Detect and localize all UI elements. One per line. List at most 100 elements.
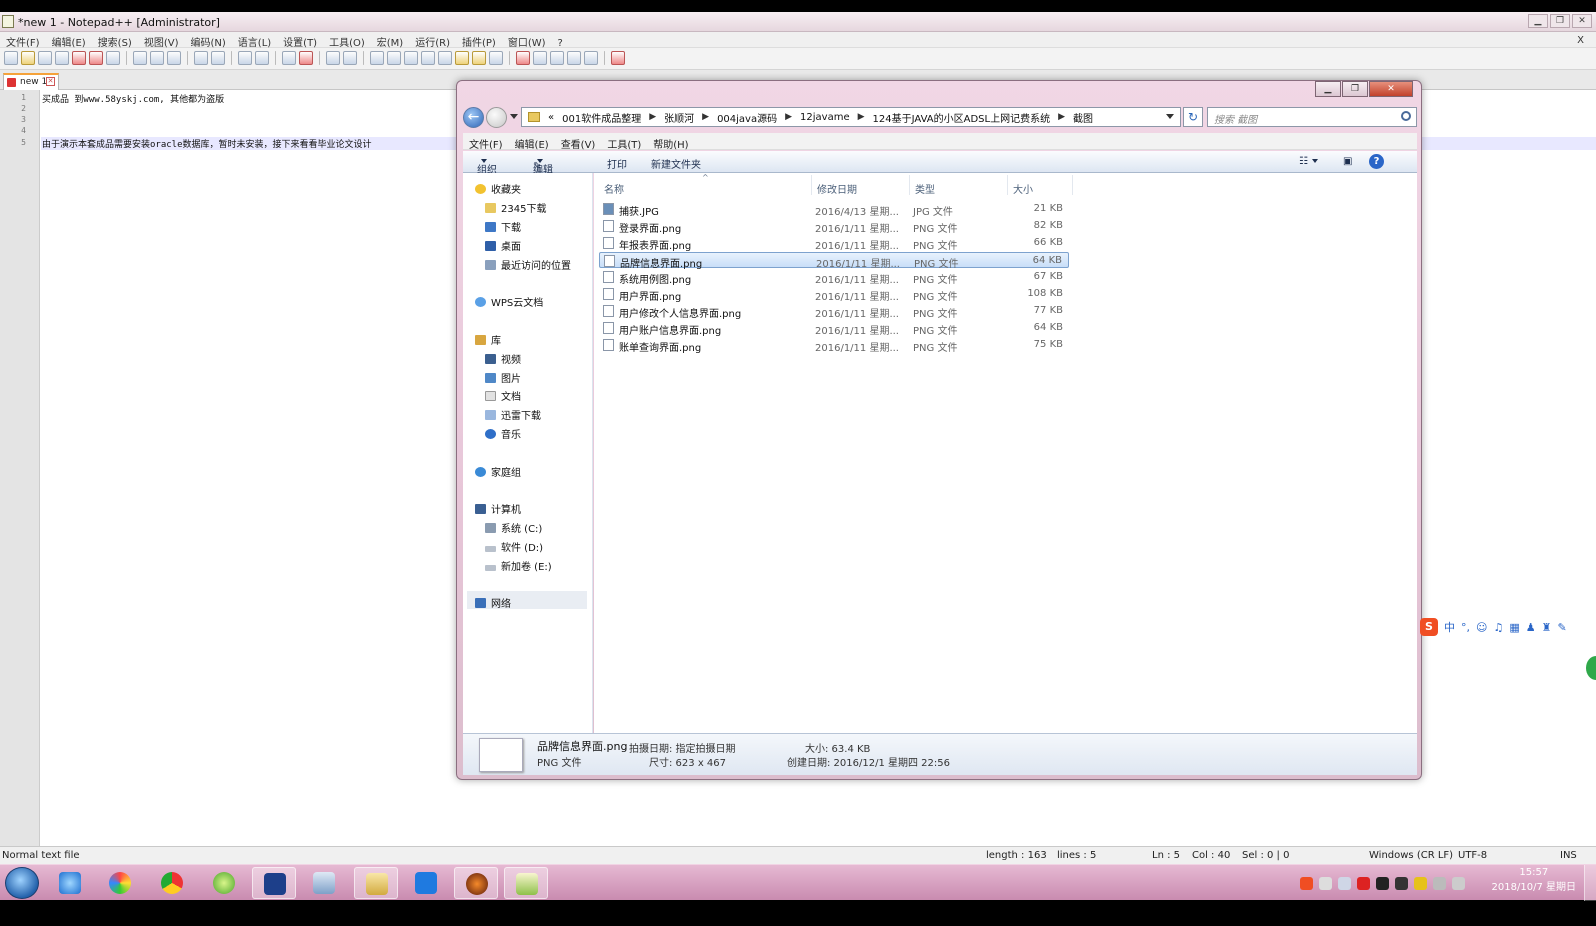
taskbar-ie[interactable] — [48, 867, 92, 899]
sync-vertical-icon[interactable] — [326, 51, 340, 65]
nav-network[interactable]: 网络 — [467, 591, 587, 610]
print-button[interactable]: 打印 — [607, 156, 627, 171]
redo-icon[interactable] — [211, 51, 225, 65]
nav-item[interactable]: 下载 — [485, 219, 521, 234]
monitoring-icon[interactable] — [489, 51, 503, 65]
antivirus-icon[interactable] — [1357, 876, 1370, 890]
stop-macro-icon[interactable] — [533, 51, 547, 65]
refresh-icon[interactable]: ↻ — [1183, 107, 1203, 127]
breadcrumb-item[interactable]: 张顺河 — [664, 110, 694, 125]
breadcrumb-chevron-icon[interactable]: ▶ — [702, 112, 709, 122]
network-tray-icon[interactable] — [1433, 876, 1446, 890]
show-all-chars-icon[interactable] — [387, 51, 401, 65]
help-icon[interactable]: ? — [1369, 154, 1384, 169]
view-options-icon[interactable]: ☷ — [1299, 156, 1318, 167]
paste-icon[interactable] — [167, 51, 181, 65]
file-row[interactable]: 登录界面.png 2016/1/11 星期... PNG 文件 82 KB — [599, 218, 1069, 235]
file-row[interactable]: 年报表界面.png 2016/1/11 星期... PNG 文件 66 KB — [599, 235, 1069, 252]
close-button[interactable]: ✕ — [1572, 14, 1592, 28]
tray-icon[interactable] — [1319, 876, 1332, 890]
search-input[interactable]: 搜索 截图 — [1207, 107, 1417, 127]
code-line[interactable]: 由于演示本套成品需要安装oracle数据库，暂时未安装，接下来看看毕业论文设计 — [42, 137, 372, 150]
taskbar-chrome[interactable] — [150, 867, 194, 899]
status-encoding[interactable]: UTF-8 — [1458, 850, 1487, 861]
breadcrumb-item[interactable]: 12javame — [800, 112, 850, 123]
file-row[interactable]: 用户界面.png 2016/1/11 星期... PNG 文件 108 KB — [599, 286, 1069, 303]
qq-icon[interactable] — [1376, 876, 1389, 890]
column-divider[interactable] — [1007, 175, 1008, 195]
edit-button[interactable]: ✎ 编辑 — [533, 156, 553, 176]
save-icon[interactable] — [38, 51, 52, 65]
nav-item[interactable]: 迅雷下载 — [485, 407, 541, 422]
tab-new-1[interactable]: new 1 ✕ — [3, 73, 59, 90]
settings-wrench-icon[interactable]: ✎ — [1558, 621, 1567, 634]
breadcrumb-chevron-icon[interactable]: ▶ — [1058, 112, 1065, 122]
qq-icon[interactable] — [1395, 876, 1408, 890]
taskbar-explorer[interactable] — [354, 867, 398, 899]
forward-button[interactable] — [486, 107, 507, 128]
clock[interactable]: 15:57 2018/10/7 星期日 — [1492, 867, 1576, 893]
taskbar-app[interactable] — [302, 867, 346, 899]
copy-icon[interactable] — [150, 51, 164, 65]
breadcrumb-item[interactable]: 004java源码 — [717, 110, 777, 125]
recent-pages-dropdown-icon[interactable] — [510, 114, 518, 119]
preview-pane-icon[interactable]: ▣ — [1343, 156, 1352, 167]
nav-item[interactable]: 2345下载 — [485, 200, 546, 215]
nav-item[interactable]: 最近访问的位置 — [485, 257, 571, 272]
explorer-minimize-button[interactable]: ▁ — [1315, 81, 1341, 97]
undo-icon[interactable] — [194, 51, 208, 65]
nav-wps[interactable]: WPS云文档 — [475, 294, 543, 309]
zoom-out-icon[interactable] — [299, 51, 313, 65]
explorer-close-button[interactable]: ✕ — [1369, 81, 1413, 97]
sogou-tray-icon[interactable] — [1300, 876, 1313, 890]
ime-language[interactable]: 中 — [1444, 619, 1455, 635]
new-folder-button[interactable]: 新建文件夹 — [651, 156, 701, 171]
explorer-maximize-button[interactable]: ❐ — [1342, 81, 1368, 97]
user-icon[interactable]: ♟ — [1526, 621, 1536, 634]
breadcrumb-item[interactable]: 截图 — [1073, 110, 1093, 125]
nav-item[interactable]: 文档 — [485, 388, 521, 403]
replace-icon[interactable] — [255, 51, 269, 65]
column-header-date[interactable]: 修改日期 — [817, 181, 857, 196]
save-all-icon[interactable] — [55, 51, 69, 65]
keyboard-icon[interactable]: ▦ — [1509, 621, 1519, 634]
file-row[interactable]: 账单查询界面.png 2016/1/11 星期... PNG 文件 75 KB — [599, 337, 1069, 354]
new-file-icon[interactable] — [4, 51, 18, 65]
notepad-titlebar[interactable]: *new 1 - Notepad++ [Administrator] ▁ ❐ ✕ — [0, 12, 1596, 32]
breadcrumb-item[interactable]: 001软件成品整理 — [562, 110, 641, 125]
search-icon[interactable] — [1401, 111, 1411, 121]
taskbar-notepadpp[interactable] — [504, 867, 548, 899]
file-row[interactable]: 系统用例图.png 2016/1/11 星期... PNG 文件 67 KB — [599, 269, 1069, 286]
nav-homegroup[interactable]: 家庭组 — [475, 464, 521, 479]
menu-close-doc-button[interactable]: X — [1571, 33, 1590, 48]
file-row[interactable]: 用户修改个人信息界面.png 2016/1/11 星期... PNG 文件 77 KB — [599, 303, 1069, 320]
nav-item[interactable]: 视频 — [485, 351, 521, 366]
file-row[interactable]: 捕获.JPG 2016/4/13 星期... JPG 文件 21 KB — [599, 201, 1069, 218]
taskbar-app[interactable] — [98, 867, 142, 899]
back-button[interactable]: ← — [463, 107, 484, 128]
nav-item[interactable]: 音乐 — [485, 426, 521, 441]
show-desktop-button[interactable] — [1584, 865, 1596, 901]
breadcrumb-chevron-icon[interactable]: ▶ — [649, 112, 656, 122]
taskbar-app[interactable] — [252, 867, 296, 899]
word-wrap-icon[interactable] — [370, 51, 384, 65]
file-row[interactable]: 用户账户信息界面.png 2016/1/11 星期... PNG 文件 64 KB — [599, 320, 1069, 337]
usb-icon[interactable] — [1338, 876, 1351, 890]
status-insert-mode[interactable]: INS — [1560, 850, 1577, 861]
column-header-name[interactable]: 名称 — [604, 181, 624, 196]
column-header-type[interactable]: 类型 — [915, 181, 935, 196]
nav-drive[interactable]: 新加卷 (E:) — [485, 558, 552, 573]
record-macro-icon[interactable] — [516, 51, 530, 65]
tray-app-icon[interactable] — [1414, 876, 1427, 890]
nav-item[interactable]: 桌面 — [485, 238, 521, 253]
open-file-icon[interactable] — [21, 51, 35, 65]
taskbar-wps[interactable] — [404, 867, 448, 899]
sogou-logo-icon[interactable]: S — [1420, 618, 1438, 636]
sync-horizontal-icon[interactable] — [343, 51, 357, 65]
column-header-size[interactable]: 大小 — [1013, 181, 1033, 196]
zoom-in-icon[interactable] — [282, 51, 296, 65]
find-icon[interactable] — [238, 51, 252, 65]
nav-favorites[interactable]: 收藏夹 — [475, 181, 521, 196]
doc-map-icon[interactable] — [438, 51, 452, 65]
volume-icon[interactable] — [1452, 876, 1465, 890]
